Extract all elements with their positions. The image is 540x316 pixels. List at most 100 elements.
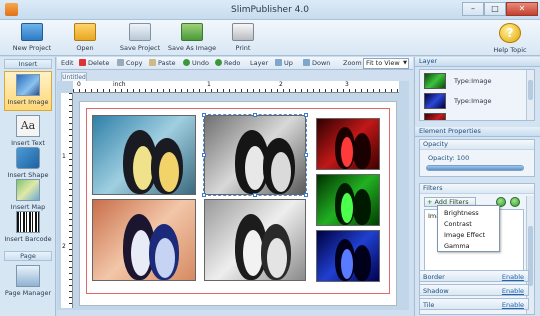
maximize-button[interactable]: □ bbox=[484, 2, 506, 16]
map-icon bbox=[16, 179, 40, 201]
insert-sidebar: Insert Insert Image Aa Insert Text Inser… bbox=[0, 57, 56, 316]
opacity-value: 100 bbox=[456, 154, 470, 162]
layer-item-label: Type:Image bbox=[454, 77, 492, 85]
menu-item-image-effect[interactable]: Image Effect bbox=[444, 231, 485, 239]
edit-label: Edit bbox=[61, 59, 74, 67]
layer-label: Layer bbox=[250, 59, 269, 67]
help-topic-button[interactable]: ? Help Topic bbox=[484, 21, 536, 55]
insert-barcode-button[interactable]: Insert Barcode bbox=[4, 209, 52, 249]
penguin-photo-blue[interactable] bbox=[316, 230, 380, 282]
layer-item[interactable] bbox=[422, 112, 526, 120]
up-label: Up bbox=[284, 59, 293, 67]
canvas-area: 0 inch 1 2 3 1 2 bbox=[57, 81, 409, 310]
paste-button[interactable]: Paste bbox=[149, 59, 176, 68]
resize-handle[interactable] bbox=[202, 113, 206, 117]
down-arrow-icon bbox=[303, 59, 310, 66]
undo-label: Undo bbox=[192, 59, 209, 67]
editor-area: Edit Delete Copy Paste Undo Redo Layer U… bbox=[57, 57, 413, 316]
refresh-filter-icon[interactable] bbox=[510, 197, 520, 207]
zoom-label: Zoom bbox=[343, 59, 362, 67]
menu-item-brightness[interactable]: Brightness bbox=[444, 209, 479, 217]
copy-label: Copy bbox=[126, 59, 143, 67]
copy-button[interactable]: Copy bbox=[117, 59, 143, 68]
layer-item[interactable]: Type:Image bbox=[422, 92, 526, 110]
open-label: Open bbox=[76, 44, 94, 52]
penguin-photo-color[interactable] bbox=[92, 115, 196, 195]
text-icon: Aa bbox=[16, 115, 40, 137]
insert-image-button[interactable]: Insert Image bbox=[4, 71, 52, 111]
opacity-section: Opacity Opacity: 100 bbox=[419, 139, 535, 177]
opacity-slider-fill bbox=[427, 166, 523, 170]
folder-icon bbox=[74, 23, 96, 41]
shadow-enable-link[interactable]: Enable bbox=[502, 287, 524, 295]
delete-icon bbox=[79, 59, 86, 66]
new-project-button[interactable]: New Project bbox=[4, 21, 60, 55]
layer-item-label: Type:Image bbox=[454, 97, 492, 105]
shape-icon bbox=[16, 147, 40, 169]
opacity-text: Opacity: 100 bbox=[428, 154, 469, 162]
layer-list: Type:Image Type:Image bbox=[419, 69, 535, 121]
border-enable-link[interactable]: Enable bbox=[502, 273, 524, 281]
layer-thumbnail bbox=[424, 93, 446, 109]
paste-label: Paste bbox=[158, 59, 176, 67]
menu-item-contrast[interactable]: Contrast bbox=[444, 220, 472, 228]
plus-icon: + bbox=[427, 198, 433, 206]
menu-item-gamma[interactable]: Gamma bbox=[444, 242, 470, 250]
layer-panel-title: Layer bbox=[415, 57, 540, 67]
border-row: Border Enable bbox=[419, 270, 529, 282]
filters-header: Filters bbox=[420, 184, 534, 194]
insert-image-label: Insert Image bbox=[7, 98, 49, 106]
resize-handle[interactable] bbox=[253, 113, 257, 117]
tile-enable-link[interactable]: Enable bbox=[502, 301, 524, 309]
page-manager-label: Page Manager bbox=[4, 289, 52, 297]
minimize-button[interactable]: – bbox=[462, 2, 484, 16]
help-topic-label: Help Topic bbox=[493, 46, 527, 54]
penguin-photo-green[interactable] bbox=[316, 174, 380, 226]
layer-up-button[interactable]: Up bbox=[275, 59, 293, 68]
ruler-v-mark: 1 bbox=[62, 153, 66, 160]
down-label: Down bbox=[312, 59, 331, 67]
resize-handle[interactable] bbox=[202, 153, 206, 157]
layer-item[interactable]: Type:Image bbox=[422, 72, 526, 90]
save-as-image-button[interactable]: Save As Image bbox=[164, 21, 220, 55]
penguin-photo-grayscale-selected[interactable] bbox=[203, 114, 307, 196]
printer-icon bbox=[232, 23, 254, 41]
save-as-image-label: Save As Image bbox=[167, 44, 217, 52]
resize-handle[interactable] bbox=[253, 193, 257, 197]
open-button[interactable]: Open bbox=[60, 21, 110, 55]
copy-icon bbox=[117, 59, 124, 66]
horizontal-ruler: 0 inch 1 2 3 bbox=[73, 81, 399, 93]
ruler-unit: inch bbox=[113, 81, 126, 88]
resize-handle[interactable] bbox=[304, 193, 308, 197]
resize-handle[interactable] bbox=[304, 113, 308, 117]
opacity-slider[interactable] bbox=[426, 165, 524, 171]
properties-scrollbar[interactable] bbox=[526, 196, 534, 314]
resize-handle[interactable] bbox=[202, 193, 206, 197]
border-label: Border bbox=[423, 273, 445, 281]
resize-handle[interactable] bbox=[304, 153, 308, 157]
page-manager-button[interactable]: Page Manager bbox=[4, 263, 52, 303]
delete-button[interactable]: Delete bbox=[79, 59, 109, 68]
penguin-photo-sepia[interactable] bbox=[92, 199, 196, 281]
zoom-select[interactable]: Fit to View ▼ bbox=[363, 58, 409, 69]
document-page[interactable] bbox=[79, 101, 397, 306]
redo-label: Redo bbox=[224, 59, 241, 67]
image-icon bbox=[16, 74, 40, 96]
print-button[interactable]: Print bbox=[218, 21, 268, 55]
add-filters-menu: Brightness Contrast Image Effect Gamma bbox=[437, 205, 500, 252]
layer-scrollbar[interactable] bbox=[526, 70, 534, 120]
redo-button[interactable]: Redo bbox=[215, 59, 240, 68]
insert-section-header: Insert bbox=[4, 59, 52, 69]
save-project-button[interactable]: Save Project bbox=[112, 21, 168, 55]
undo-button[interactable]: Undo bbox=[183, 59, 209, 68]
layer-down-button[interactable]: Down bbox=[303, 59, 330, 68]
chevron-down-icon: ▼ bbox=[403, 60, 407, 66]
penguin-photo-grayscale[interactable] bbox=[204, 199, 306, 281]
save-project-icon bbox=[129, 23, 151, 41]
save-image-icon bbox=[181, 23, 203, 41]
opacity-label: Opacity: bbox=[428, 154, 455, 162]
page-section-header: Page bbox=[4, 251, 52, 261]
tile-row: Tile Enable bbox=[419, 298, 529, 310]
close-button[interactable]: ✕ bbox=[506, 2, 538, 16]
penguin-photo-red[interactable] bbox=[316, 118, 380, 170]
